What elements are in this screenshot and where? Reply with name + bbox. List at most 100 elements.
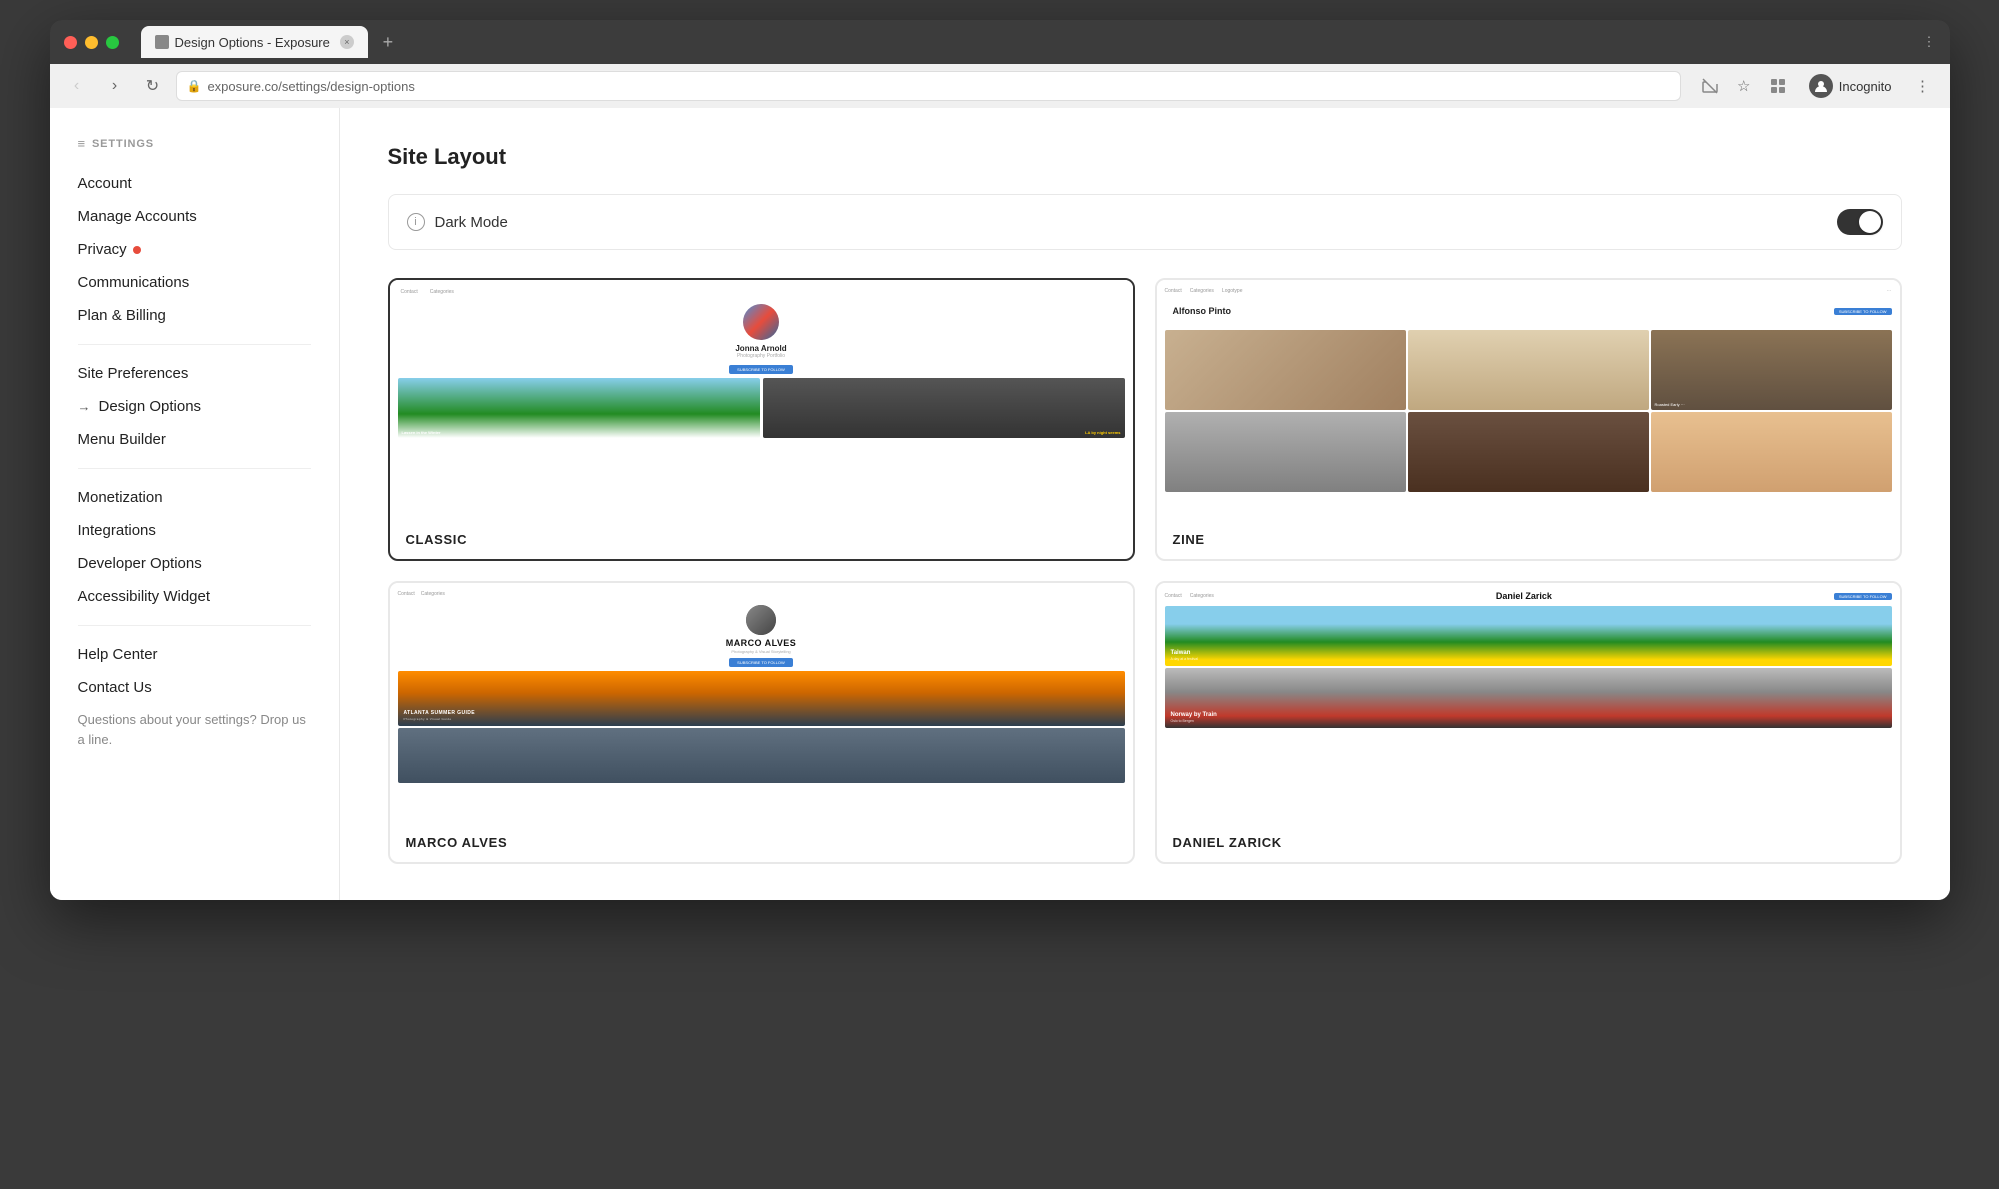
classic-caption-1: Lassen in the Winter (402, 430, 441, 435)
marco-user-name: MARCO ALVES (726, 638, 796, 648)
sidebar-item-label: Plan & Billing (78, 307, 166, 324)
url-text: exposure.co/settings/design-options (207, 79, 414, 94)
marco-avatar (746, 605, 776, 635)
marco-mini-nav: Contact Categories (398, 591, 1125, 597)
sidebar-item-label: Account (78, 175, 132, 192)
sidebar-group-account: Account Manage Accounts Privacy Communic… (50, 167, 339, 332)
daniel-caption-norway: Norway by Train Oslo to Bergen (1171, 712, 1217, 724)
classic-avatar (743, 304, 779, 340)
classic-follow-btn: SUBSCRIBE TO FOLLOW (729, 365, 793, 374)
dark-mode-toggle[interactable] (1837, 209, 1883, 235)
sidebar-item-label: Manage Accounts (78, 208, 197, 225)
marco-caption: ATLANTA SUMMER GUIDE Photography & Visua… (404, 710, 476, 722)
marco-preview: Contact Categories MARCO ALVES Photograp… (390, 583, 1133, 823)
incognito-badge: Incognito (1801, 70, 1900, 102)
sidebar-item-accessibility-widget[interactable]: Accessibility Widget (50, 580, 339, 613)
zine-cell-4 (1165, 412, 1406, 492)
layout-card-daniel[interactable]: Contact Categories Daniel Zarick SUBSCRI… (1155, 581, 1902, 864)
daniel-photo-norway: Norway by Train Oslo to Bergen (1165, 668, 1892, 728)
toolbar-actions: ☆ (1695, 71, 1793, 101)
dark-mode-row: i Dark Mode (388, 194, 1902, 250)
sidebar-item-label: Privacy (78, 241, 127, 258)
zine-follow-btn: SUBSCRIBE TO FOLLOW (1834, 308, 1892, 315)
marco-photo-sm (398, 728, 1125, 783)
sidebar-divider-1 (78, 344, 311, 345)
tab-close-button[interactable]: × (340, 35, 354, 49)
privacy-badge (133, 246, 141, 254)
minimize-window-button[interactable] (85, 36, 98, 49)
marco-photos: ATLANTA SUMMER GUIDE Photography & Visua… (398, 671, 1125, 783)
sidebar-item-account[interactable]: Account (50, 167, 339, 200)
close-window-button[interactable] (64, 36, 77, 49)
sidebar-item-design-options[interactable]: → Design Options (50, 390, 339, 423)
sidebar-item-label: Integrations (78, 522, 156, 539)
browser-menu-dots[interactable]: ⋮ (1908, 71, 1938, 101)
zine-cell-6 (1651, 412, 1892, 492)
zine-mini-nav: Contact Categories Logotype ··· (1165, 288, 1892, 294)
browser-menu-icon[interactable]: ⋮ (1923, 34, 1936, 50)
daniel-follow-btn: SUBSCRIBE TO FOLLOW (1834, 593, 1892, 600)
sidebar-divider-2 (78, 468, 311, 469)
zine-grid: Roasted Early ··· (1165, 330, 1892, 492)
layout-card-classic[interactable]: Contact Categories Jonna Arnold Photogra… (388, 278, 1135, 561)
toggle-knob (1859, 211, 1881, 233)
sidebar-item-label: Help Center (78, 646, 158, 663)
sidebar: ≡ SETTINGS Account Manage Accounts Priva… (50, 108, 340, 900)
sidebar-item-developer-options[interactable]: Developer Options (50, 547, 339, 580)
back-button[interactable]: ‹ (62, 71, 92, 101)
sidebar-item-help-center[interactable]: Help Center (50, 638, 339, 671)
classic-avatar-wrap: Jonna Arnold Photography Portfolio (398, 304, 1125, 359)
active-arrow-icon: → (78, 399, 91, 414)
dark-mode-label: Dark Mode (435, 214, 1827, 231)
page-title: Site Layout (388, 144, 1902, 170)
extensions-icon[interactable] (1763, 71, 1793, 101)
sidebar-item-menu-builder[interactable]: Menu Builder (50, 423, 339, 456)
refresh-button[interactable]: ↻ (138, 71, 168, 101)
camera-off-icon[interactable] (1695, 71, 1725, 101)
new-tab-button[interactable]: + (374, 28, 402, 56)
daniel-site-name: Daniel Zarick (1496, 591, 1552, 601)
incognito-label: Incognito (1839, 79, 1892, 94)
zine-preview: Contact Categories Logotype ··· Alfonso … (1157, 280, 1900, 520)
tab-bar: Design Options - Exposure × + (141, 26, 1915, 58)
maximize-window-button[interactable] (106, 36, 119, 49)
active-tab[interactable]: Design Options - Exposure × (141, 26, 368, 58)
layout-card-zine[interactable]: Contact Categories Logotype ··· Alfonso … (1155, 278, 1902, 561)
sidebar-item-site-preferences[interactable]: Site Preferences (50, 357, 339, 390)
sidebar-group-help: Help Center Contact Us Questions about y… (50, 638, 339, 755)
sidebar-divider-3 (78, 625, 311, 626)
sidebar-item-integrations[interactable]: Integrations (50, 514, 339, 547)
traffic-lights (64, 36, 119, 49)
classic-mini-nav: Contact Categories (398, 288, 1125, 296)
star-icon[interactable]: ☆ (1729, 71, 1759, 101)
zine-cell-3: Roasted Early ··· (1651, 330, 1892, 410)
zine-cell-5 (1408, 412, 1649, 492)
layouts-grid: Contact Categories Jonna Arnold Photogra… (388, 278, 1902, 864)
main-content: Site Layout i Dark Mode Contact Categori… (340, 108, 1950, 900)
address-bar[interactable]: 🔒 exposure.co/settings/design-options (176, 71, 1681, 101)
forward-button[interactable]: › (100, 71, 130, 101)
info-icon[interactable]: i (407, 213, 425, 231)
zine-cell-1 (1165, 330, 1406, 410)
profile-avatar[interactable] (1809, 74, 1833, 98)
sidebar-item-communications[interactable]: Communications (50, 266, 339, 299)
daniel-label: DANIEL ZARICK (1157, 823, 1900, 862)
classic-photo-1: Lassen in the Winter (398, 378, 760, 438)
sidebar-item-label: Site Preferences (78, 365, 189, 382)
contact-description: Questions about your settings? Drop us a… (50, 704, 339, 755)
marco-photo-full: ATLANTA SUMMER GUIDE Photography & Visua… (398, 671, 1125, 726)
layout-card-marco[interactable]: Contact Categories MARCO ALVES Photograp… (388, 581, 1135, 864)
sidebar-item-plan-billing[interactable]: Plan & Billing (50, 299, 339, 332)
sidebar-item-label: Developer Options (78, 555, 202, 572)
classic-user-name: Jonna Arnold (735, 344, 786, 353)
sidebar-group-site: Site Preferences → Design Options Menu B… (50, 357, 339, 456)
sidebar-item-contact-us[interactable]: Contact Us (50, 671, 339, 704)
marco-avatar-wrap: MARCO ALVES Photography & Visual Storyte… (398, 605, 1125, 654)
sidebar-item-label: Communications (78, 274, 190, 291)
sidebar-item-monetization[interactable]: Monetization (50, 481, 339, 514)
browser-toolbar: ‹ › ↻ 🔒 exposure.co/settings/design-opti… (50, 64, 1950, 108)
sidebar-item-privacy[interactable]: Privacy (50, 233, 339, 266)
sidebar-item-manage-accounts[interactable]: Manage Accounts (50, 200, 339, 233)
marco-follow-btn: SUBSCRIBE TO FOLLOW (729, 658, 793, 667)
sidebar-group-advanced: Monetization Integrations Developer Opti… (50, 481, 339, 613)
